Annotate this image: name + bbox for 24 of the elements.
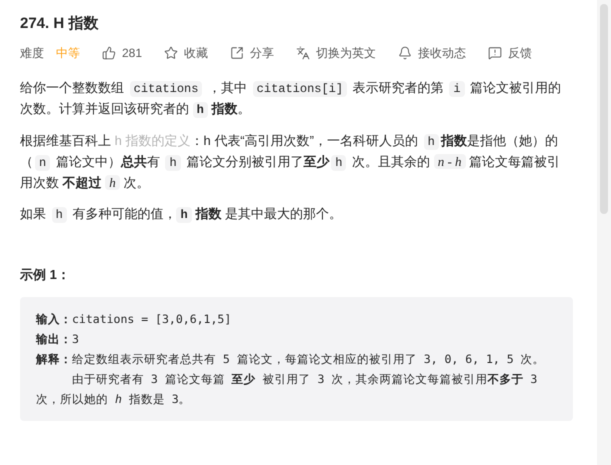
toolbar-button[interactable]: 反馈 — [488, 44, 532, 62]
thumbs-up-icon — [102, 46, 116, 60]
description-paragraph: 根据维基百科上 h 指数的定义：h 代表“高引用次数”，一名科研人员的 h 指数是指他（她）的（ n 篇论文中）总共有 h 篇论文分别被引用了至少 h 次。且其余的 n - h 篇论文每篇被引用次数 不超过 h 次。 — [20, 132, 562, 192]
message-icon — [488, 46, 502, 60]
example-line: 输入：citations = [3,0,6,1,5] — [36, 310, 232, 328]
translate-icon — [296, 46, 310, 60]
example-line: 解释：给定数组表示研究者总共有 5 篇论文，每篇论文相应的被引用了 3, 0, 6, 1, 5 次。 — [36, 350, 546, 368]
example-line: 输出：3 — [36, 330, 80, 348]
description-paragraph: 如果 h 有多种可能的值， h 指数 是其中最大的那个。 — [20, 205, 343, 225]
bell-icon — [398, 46, 412, 60]
description-paragraph: 给你一个整数数组 citations ，其中 citations[i] 表示研究者的第 i 篇论文被引用的次数。计算并返回该研究者的 h 指数。 — [20, 79, 562, 120]
toolbar-button[interactable]: 分享 — [230, 44, 274, 62]
star-icon — [164, 46, 178, 60]
toolbar-button[interactable]: 切换为英文 — [296, 44, 376, 62]
scrollbar[interactable] — [597, 0, 611, 465]
toolbar-button[interactable]: 收藏 — [164, 44, 208, 62]
difficulty-value: 中等 — [56, 45, 80, 62]
difficulty-label: 难度 — [20, 45, 44, 62]
like-button[interactable]: 281 — [102, 44, 142, 62]
example-line: 由于研究者有 3 篇论文每篇 至少 被引用了 3 次，其余两篇论文每篇被引用不多于 3 次，所以她的 h 指数是 3。 — [36, 370, 538, 408]
toolbar-button[interactable]: 接收动态 — [398, 44, 466, 62]
example-heading: 示例 1： — [20, 266, 71, 284]
share-icon — [230, 46, 244, 60]
problem-title: 274. H 指数 — [20, 14, 100, 34]
